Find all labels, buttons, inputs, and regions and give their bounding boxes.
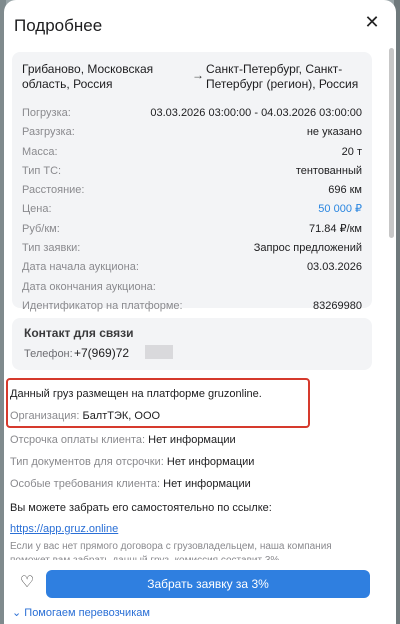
cargo-details-card: Грибаново, Московская область, Россия → … — [12, 52, 372, 312]
modal-title: Подробнее — [14, 16, 103, 35]
help-label: Помогаем перевозчикам — [24, 607, 150, 619]
platform-text: Данный груз размещен на платформе gruzon… — [10, 388, 262, 400]
detail-label: Погрузка: — [22, 107, 71, 119]
detail-value: 20 т — [341, 145, 362, 158]
contact-card: Контакт для связи Телефон: +7(969)72 — [12, 318, 372, 370]
details-modal: Подробнее ✕ Грибаново, Московская област… — [4, 0, 396, 624]
detail-label: Разгрузка: — [22, 126, 75, 139]
detail-value: тентованный — [295, 164, 362, 177]
detail-row: Цена: 50 000 ₽ — [22, 200, 362, 219]
chevron-down-icon: ⌄ — [12, 607, 22, 619]
route: Грибаново, Московская область, Россия → … — [22, 62, 362, 98]
detail-row: Дата начала аукциона: 03.03.2026 — [22, 258, 362, 277]
payment-row: Отсрочка оплаты клиента: Нет информации — [10, 434, 236, 446]
detail-value: Запрос предложений — [253, 242, 362, 255]
details-list: Погрузка: 03.03.2026 03:00:00 - 04.03.202… — [22, 104, 362, 316]
contact-title: Контакт для связи — [24, 326, 134, 340]
detail-label: Тип ТС: — [22, 164, 62, 177]
arrow-right-icon: → — [192, 68, 204, 82]
detail-value: 03.03.2026 — [306, 261, 362, 274]
platform-link[interactable]: https://app.gruz.online — [10, 523, 118, 535]
route-from: Грибаново, Московская область, Россия — [22, 62, 154, 91]
detail-row: Руб/км: 71.84 ₽/км — [22, 220, 362, 239]
requirements-value: Нет информации — [163, 478, 251, 490]
price-value: 50 000 ₽ — [318, 203, 362, 216]
detail-label: Масса: — [22, 145, 58, 158]
detail-label: Цена: — [22, 203, 52, 216]
detail-value: не указано — [306, 126, 362, 139]
detail-label: Расстояние: — [22, 184, 85, 197]
detail-value: 03.03.2026 03:00:00 - 04.03.2026 03:00:0… — [150, 107, 362, 119]
detail-value: 696 км — [328, 184, 362, 197]
detail-row: Тип ТС: тентованный — [22, 162, 362, 181]
modal-content[interactable]: Грибаново, Московская область, Россия → … — [4, 48, 388, 624]
scrollbar[interactable] — [389, 48, 394, 238]
detail-row: Расстояние: 696 км — [22, 181, 362, 200]
detail-row: Погрузка: 03.03.2026 03:00:00 - 04.03.202… — [22, 104, 362, 123]
detail-row: Идентификатор на платформе: 83269980 — [22, 297, 362, 316]
payment-label: Отсрочка оплаты клиента: — [10, 434, 146, 446]
detail-row: Разгрузка: не указано — [22, 123, 362, 142]
docs-label: Тип документов для отсрочки: — [10, 456, 164, 468]
detail-label: Руб/км: — [22, 222, 60, 235]
footer: ♡ Забрать заявку за 3% ⌄ Помогаем перево… — [4, 560, 396, 624]
phone-value[interactable]: +7(969)72 — [74, 346, 129, 360]
detail-label: Идентификатор на платформе: — [22, 299, 183, 312]
heart-icon[interactable]: ♡ — [14, 570, 40, 596]
detail-label: Дата начала аукциона: — [22, 261, 139, 274]
payment-value: Нет информации — [148, 434, 236, 446]
docs-value: Нет информации — [166, 456, 255, 468]
detail-label: Дата окончания аукциона: — [22, 280, 156, 293]
self-pickup-text: Вы можете забрать его самостоятельно по … — [10, 502, 272, 514]
detail-label: Тип заявки: — [22, 242, 81, 255]
docs-row: Тип документов для отсрочки: Нет информа… — [10, 456, 254, 468]
requirements-label: Особые требования клиента: — [10, 478, 161, 490]
close-icon[interactable]: ✕ — [362, 12, 382, 32]
help-link[interactable]: ⌄ Помогаем перевозчикам — [12, 606, 150, 619]
phone-redaction — [145, 345, 173, 359]
organization-row: Организация: БалтТЭК, ООО — [10, 410, 160, 422]
detail-row: Тип заявки: Запрос предложений — [22, 239, 362, 258]
phone-label: Телефон: — [24, 348, 73, 360]
detail-row: Масса: 20 т — [22, 143, 362, 162]
requirements-row: Особые требования клиента: Нет информаци… — [10, 478, 251, 490]
route-to: Санкт-Петербург, Санкт-Петербург (регион… — [206, 62, 359, 91]
detail-row: Дата окончания аукциона: — [22, 278, 362, 297]
organization-value: БалтТЭК, ООО — [82, 410, 161, 422]
organization-label: Организация: — [10, 410, 80, 422]
detail-value: 71.84 ₽/км — [308, 222, 362, 235]
detail-value: 83269980 — [313, 299, 362, 312]
take-request-button[interactable]: Забрать заявку за 3% — [46, 570, 370, 598]
